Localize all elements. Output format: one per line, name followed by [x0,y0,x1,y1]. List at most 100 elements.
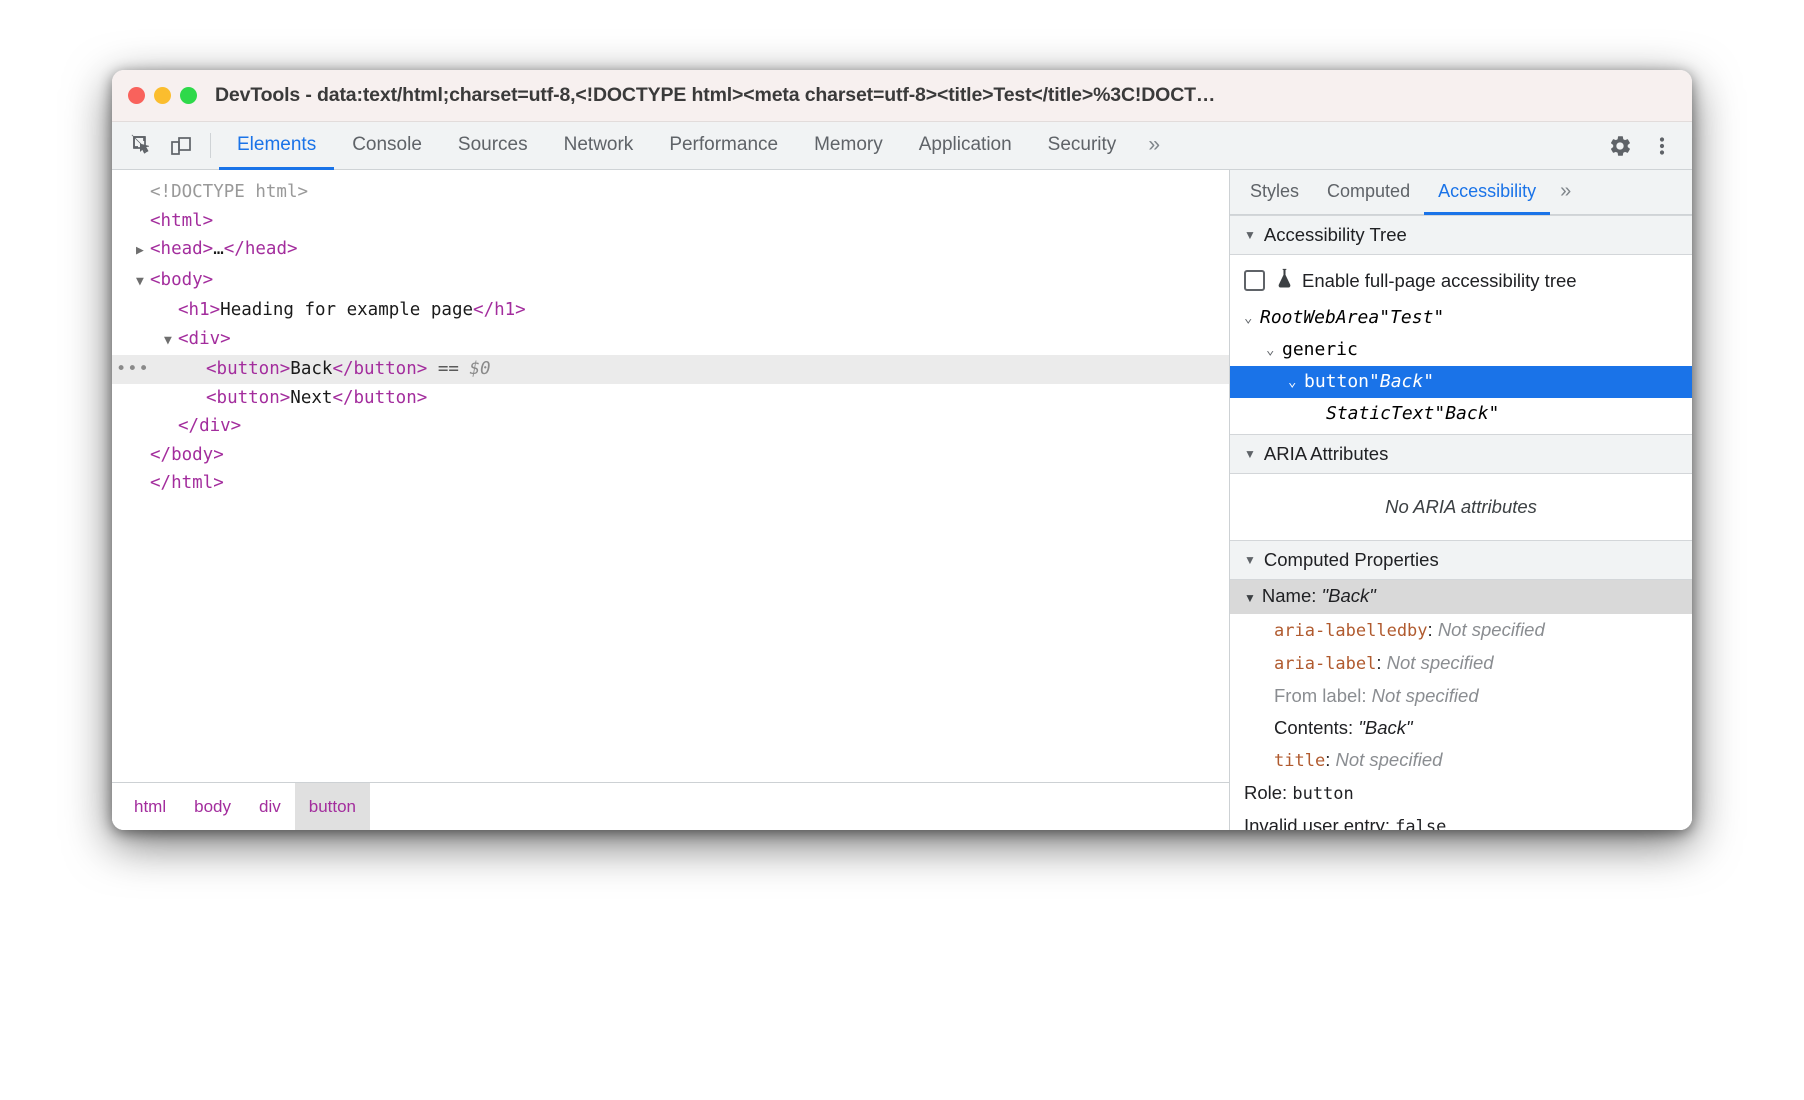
sidebar-tabs: Styles Computed Accessibility » [1230,170,1692,215]
breadcrumb: html body div button [112,782,1229,830]
section-aria-attributes[interactable]: ▼ ARIA Attributes [1230,434,1692,474]
breadcrumb-item-html[interactable]: html [120,783,180,830]
experiment-flask-icon [1275,267,1294,294]
tab-sources[interactable]: Sources [440,123,546,170]
breadcrumb-item-button[interactable]: button [295,783,370,830]
chevron-down-icon[interactable]: ⌄ [1244,303,1260,333]
dom-node[interactable]: <button>Next</button> [112,384,1229,413]
dom-node[interactable]: <h1>Heading for example page</h1> [112,296,1229,325]
computed-properties-body: ▼Name: "Back" aria-labelledby: Not speci… [1230,580,1692,830]
computed-name-sources: aria-labelledby: Not specifiedaria-label… [1230,614,1692,777]
sidebar-more-tabs-icon[interactable]: » [1550,171,1581,215]
dom-node-selected[interactable]: •••<button>Back</button> == $0 [112,355,1229,384]
more-tabs-icon[interactable]: » [1134,123,1174,170]
panel-split: <!DOCTYPE html><html><head>…</head><body… [112,170,1692,830]
name-source-value: "Back" [1358,717,1412,738]
ax-node[interactable]: ⌄RootWebArea "Test" [1230,302,1692,334]
name-source-row: aria-label: Not specified [1230,647,1692,680]
computed-name-row[interactable]: ▼Name: "Back" [1230,580,1692,614]
screenshot-root: DevTools - data:text/html;charset=utf-8,… [0,0,1804,1100]
tab-accessibility[interactable]: Accessibility [1424,171,1550,215]
tab-memory[interactable]: Memory [796,123,901,170]
gear-icon[interactable] [1600,126,1640,166]
enable-full-page-ax-tree-label: Enable full-page accessibility tree [1275,267,1577,294]
devtools-window: DevTools - data:text/html;charset=utf-8,… [112,70,1692,830]
ax-node-role: RootWebArea [1260,303,1379,333]
tab-performance[interactable]: Performance [651,123,796,170]
zoom-window-button[interactable] [180,87,197,104]
tab-application[interactable]: Application [901,123,1030,170]
minimize-window-button[interactable] [154,87,171,104]
chevron-down-icon[interactable]: ⌄ [1288,367,1304,397]
device-toolbar-icon[interactable] [164,129,198,163]
tab-computed[interactable]: Computed [1313,171,1424,215]
ax-node-name: "Back" [1369,367,1434,397]
section-title: ARIA Attributes [1264,443,1388,465]
disclosure-triangle-icon[interactable] [136,237,150,266]
inspect-element-icon[interactable] [126,129,160,163]
dom-node[interactable]: </body> [112,441,1229,470]
section-computed-properties[interactable]: ▼ Computed Properties [1230,540,1692,580]
name-source-value: Not specified [1438,619,1545,640]
computed-property-key: Invalid user entry: [1244,815,1390,830]
toolbar-right-icons [1600,122,1692,169]
computed-property-value: false [1395,817,1446,830]
disclosure-triangle-icon[interactable] [164,327,178,356]
aria-attributes-body: No ARIA attributes [1230,474,1692,540]
enable-full-page-ax-tree-text: Enable full-page accessibility tree [1302,270,1577,292]
traffic-lights [128,87,197,104]
window-titlebar: DevTools - data:text/html;charset=utf-8,… [112,70,1692,122]
chevron-down-icon: ▼ [1244,228,1256,242]
dom-node[interactable]: <head>…</head> [112,235,1229,266]
disclosure-triangle-icon[interactable] [136,268,150,297]
chevron-down-icon[interactable]: ⌄ [1266,335,1282,365]
tab-styles[interactable]: Styles [1236,171,1313,215]
ax-node[interactable]: StaticText "Back" [1230,398,1692,430]
name-source-row: title: Not specified [1230,744,1692,777]
ax-node-selected[interactable]: ⌄button "Back" [1230,366,1692,398]
chevron-down-icon: ▼ [1244,447,1256,461]
tab-console[interactable]: Console [334,123,440,170]
toolbar-left-icons [120,122,204,169]
dom-node[interactable]: </div> [112,412,1229,441]
section-title: Computed Properties [1264,549,1439,571]
accessibility-tree-body: Enable full-page accessibility tree ⌄Roo… [1230,255,1692,434]
panel-tabs: Elements Console Sources Network Perform… [219,122,1600,169]
dom-node[interactable]: <body> [112,266,1229,297]
name-source-key: Contents [1274,717,1348,738]
dom-node[interactable]: <div> [112,325,1229,356]
dom-tree[interactable]: <!DOCTYPE html><html><head>…</head><body… [112,170,1229,782]
window-title: DevTools - data:text/html;charset=utf-8,… [215,84,1676,107]
close-window-button[interactable] [128,87,145,104]
name-source-row: aria-labelledby: Not specified [1230,614,1692,647]
name-source-key: title [1274,751,1325,771]
toolbar-divider [210,133,211,158]
ax-node[interactable]: ⌄generic [1230,334,1692,366]
ax-node-name: "Back" [1434,399,1499,429]
tab-network[interactable]: Network [546,123,652,170]
name-source-row: From label: Not specified [1230,680,1692,712]
dom-node[interactable]: <html> [112,207,1229,236]
tab-security[interactable]: Security [1030,123,1135,170]
dom-node[interactable]: <!DOCTYPE html> [112,178,1229,207]
computed-property-row: Role: button [1230,777,1692,810]
computed-property-key: Role: [1244,782,1287,803]
kebab-menu-icon[interactable] [1642,126,1682,166]
node-more-badge[interactable]: ••• [116,355,138,384]
elements-sidebar: Styles Computed Accessibility » ▼ Access… [1230,170,1692,830]
chevron-down-icon: ▼ [1244,591,1256,605]
tab-elements[interactable]: Elements [219,123,334,170]
breadcrumb-item-body[interactable]: body [180,783,245,830]
dom-node[interactable]: </html> [112,469,1229,498]
computed-property-value: button [1292,784,1353,804]
section-accessibility-tree[interactable]: ▼ Accessibility Tree [1230,215,1692,255]
section-title: Accessibility Tree [1264,224,1407,246]
no-aria-attributes-message: No ARIA attributes [1230,480,1692,536]
breadcrumb-item-div[interactable]: div [245,783,295,830]
ax-node-role: button [1304,367,1369,397]
accessibility-pane: ▼ Accessibility Tree [1230,215,1692,830]
enable-full-page-ax-tree-row[interactable]: Enable full-page accessibility tree [1230,261,1692,302]
enable-full-page-ax-tree-checkbox[interactable] [1244,270,1265,291]
name-source-value: Not specified [1387,652,1494,673]
name-source-key: aria-labelledby [1274,621,1428,641]
